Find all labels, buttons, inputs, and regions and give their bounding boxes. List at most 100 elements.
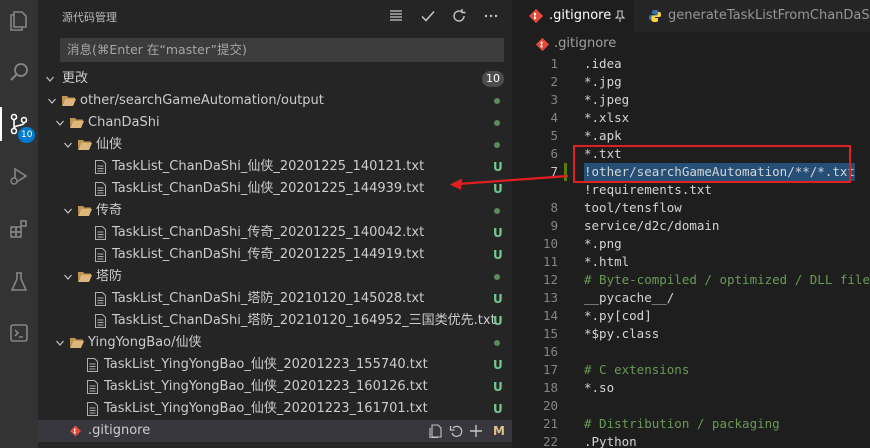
source-control-icon[interactable]: 10: [0, 103, 38, 145]
breadcrumb[interactable]: .gitignore: [512, 33, 870, 55]
tree-file[interactable]: TaskList_ChanDaShi_仙侠_20201225_140121.tx…: [38, 156, 512, 178]
chevron-down-icon[interactable]: [64, 141, 72, 149]
tree-file[interactable]: TaskList_ChanDaShi_塔防_20210120_145028.tx…: [38, 288, 512, 310]
gutter-change-marker: [564, 163, 567, 181]
testing-icon[interactable]: [0, 261, 38, 303]
code-line[interactable]: 2 *.jpg: [512, 73, 870, 91]
code-line[interactable]: 14 *.py[cod]: [512, 307, 870, 325]
line-text: *$py.class: [584, 326, 660, 341]
tree-folder[interactable]: ChanDaShi: [38, 112, 512, 134]
code-line[interactable]: 17 # C extensions: [512, 361, 870, 379]
git-status-letter: U: [493, 248, 503, 262]
line-text: .Python: [584, 434, 637, 448]
line-number: 16: [542, 344, 558, 359]
extensions-icon[interactable]: [0, 208, 38, 250]
changes-group-header[interactable]: 更改 10: [38, 68, 512, 90]
stage-changes-icon[interactable]: [469, 424, 483, 438]
chevron-down-icon[interactable]: [48, 97, 56, 105]
line-text: *.jpeg: [584, 92, 630, 107]
code-line[interactable]: 3 *.jpeg: [512, 91, 870, 109]
tree-file[interactable]: TaskList_ChanDaShi_传奇_20201225_140042.tx…: [38, 222, 512, 244]
pin-icon[interactable]: [614, 10, 626, 22]
folder-change-dot: [494, 208, 500, 214]
code-line[interactable]: 10 *.png: [512, 235, 870, 253]
tree-folder[interactable]: 塔防: [38, 266, 512, 288]
tree-file[interactable]: TaskList_ChanDaShi_仙侠_20201225_144939.tx…: [38, 178, 512, 200]
code-line[interactable]: 1 .idea: [512, 55, 870, 73]
tab-label: generateTaskListFromChanDaShi: [668, 8, 870, 23]
line-number: 10: [542, 236, 558, 251]
run-debug-icon[interactable]: [0, 155, 38, 197]
tree-item-label: ChanDaShi: [88, 115, 160, 130]
code-line[interactable]: 8 tool/tensflow: [512, 199, 870, 217]
source-control-panel: 源代码管理 消息(⌘Enter 在“master”提交) 更改 10 other…: [38, 0, 512, 448]
line-number: 2: [550, 74, 558, 89]
tree-view-icon[interactable]: [385, 5, 407, 27]
remote-icon[interactable]: [0, 312, 38, 354]
tree-file[interactable]: TaskList_ChanDaShi_塔防_20210120_164952_三国…: [38, 310, 512, 332]
chevron-down-icon: [46, 76, 54, 82]
open-file-icon[interactable]: [429, 424, 443, 438]
code-line[interactable]: 22 .Python: [512, 433, 870, 448]
chevron-down-icon[interactable]: [64, 207, 72, 215]
editor-area: .gitignore generateTaskListFromChanDaShi…: [512, 0, 870, 448]
chevron-down-icon[interactable]: [56, 119, 64, 127]
tab-gitignore[interactable]: .gitignore: [512, 0, 634, 32]
code-line[interactable]: 15 *$py.class: [512, 325, 870, 343]
git-status-letter: U: [493, 358, 503, 372]
folder-change-dot: [494, 274, 500, 280]
more-actions-icon[interactable]: [480, 5, 502, 27]
code-line[interactable]: 4 *.xlsx: [512, 109, 870, 127]
line-text: *.jpg: [584, 74, 622, 89]
code-line[interactable]: 12 # Byte-compiled / optimized / DLL file…: [512, 271, 870, 289]
git-icon: [529, 9, 543, 23]
tree-file[interactable]: .gitignore M: [38, 420, 512, 442]
source-control-badge: 10: [18, 127, 36, 143]
code-line[interactable]: 16: [512, 343, 870, 361]
code-line[interactable]: 20: [512, 397, 870, 415]
tab-label: .gitignore: [549, 8, 612, 23]
tree-file[interactable]: TaskList_YingYongBao_仙侠_20201223_155740.…: [38, 354, 512, 376]
code-line[interactable]: 5 *.apk: [512, 127, 870, 145]
code-line[interactable]: 21 # Distribution / packaging: [512, 415, 870, 433]
activity-bar: 10: [0, 0, 38, 448]
git-status-letter: U: [493, 314, 503, 328]
code-line[interactable]: 13 __pycache__/: [512, 289, 870, 307]
line-number: 3: [550, 92, 558, 107]
tree-file[interactable]: TaskList_YingYongBao_仙侠_20201223_160126.…: [38, 376, 512, 398]
chevron-down-icon[interactable]: [56, 339, 64, 347]
chevron-down-icon[interactable]: [64, 273, 72, 281]
tree-item-label: TaskList_ChanDaShi_仙侠_20201225_144939.tx…: [112, 181, 425, 196]
tree-item-label: TaskList_YingYongBao_仙侠_20201223_160126.…: [104, 379, 428, 394]
text-file-icon: [95, 314, 106, 328]
tree-folder[interactable]: YingYongBao/仙侠: [38, 332, 512, 354]
breadcrumb-file: .gitignore: [554, 36, 617, 51]
commit-message-input[interactable]: 消息(⌘Enter 在“master”提交): [60, 38, 504, 62]
tree-folder[interactable]: 传奇: [38, 200, 512, 222]
code-line[interactable]: 18 *.so: [512, 379, 870, 397]
line-number: 11: [542, 254, 558, 269]
tree-folder[interactable]: other/searchGameAutomation/output: [38, 90, 512, 112]
tree-item-label: TaskList_ChanDaShi_塔防_20210120_145028.tx…: [112, 291, 425, 306]
folder-open-icon: [78, 140, 92, 150]
text-file-icon: [95, 292, 106, 306]
code-line[interactable]: 11 *.html: [512, 253, 870, 271]
refresh-icon[interactable]: [448, 5, 470, 27]
tree-folder[interactable]: 仙侠: [38, 134, 512, 156]
explorer-icon[interactable]: [0, 0, 38, 42]
line-number: 18: [542, 380, 558, 395]
line-text: *.py[cod]: [584, 308, 652, 323]
tab-generate-task-list[interactable]: generateTaskListFromChanDaShi: [634, 0, 870, 32]
discard-changes-icon[interactable]: [449, 424, 463, 438]
folder-open-icon: [70, 118, 84, 128]
line-text: # Distribution / packaging: [584, 416, 780, 431]
tree-file[interactable]: TaskList_YingYongBao_仙侠_20201223_161701.…: [38, 398, 512, 420]
text-file-icon: [95, 248, 106, 262]
commit-check-icon[interactable]: [417, 5, 439, 27]
panel-header: 源代码管理: [38, 0, 512, 32]
code-line[interactable]: !requirements.txt: [512, 181, 870, 199]
search-icon[interactable]: [0, 51, 38, 93]
tree-file[interactable]: TaskList_ChanDaShi_传奇_20201225_144919.tx…: [38, 244, 512, 266]
code-line[interactable]: 9 service/d2c/domain: [512, 217, 870, 235]
panel-title: 源代码管理: [62, 11, 117, 24]
